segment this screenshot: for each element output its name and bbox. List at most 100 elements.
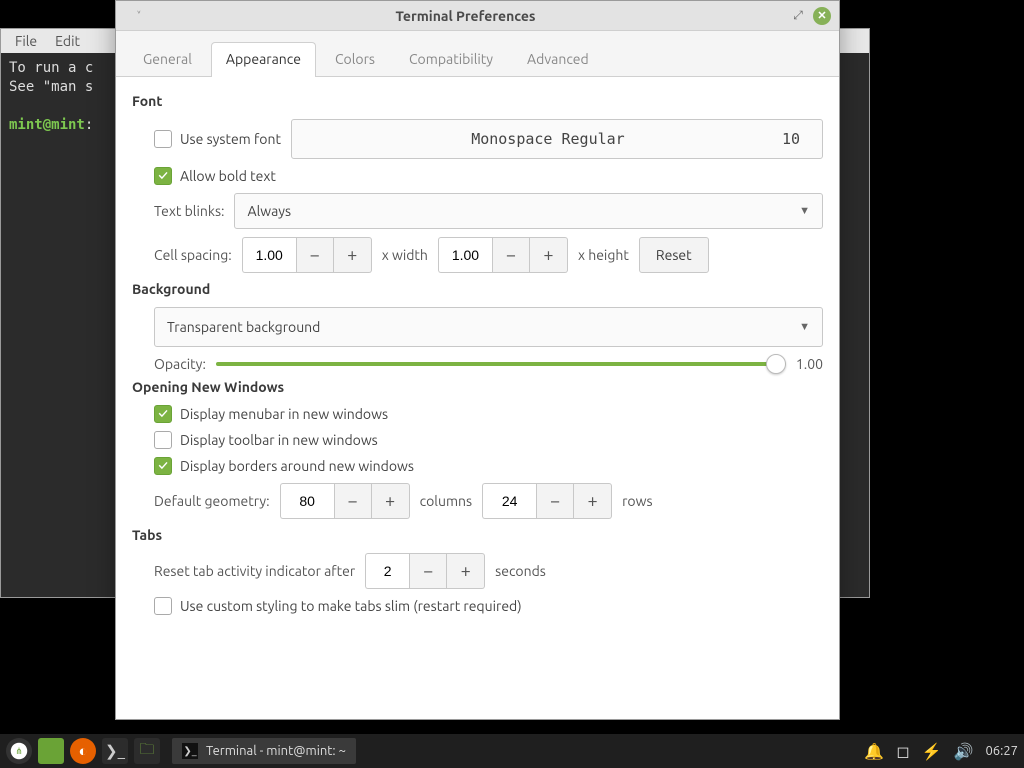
tab-appearance[interactable]: Appearance	[211, 42, 316, 77]
cell-spacing-label: Cell spacing:	[154, 247, 232, 263]
checkbox-icon	[154, 431, 172, 449]
slim-tabs-label: Use custom styling to make tabs slim (re…	[180, 598, 522, 614]
plus-icon[interactable]: +	[574, 483, 612, 519]
section-font-heading: Font	[132, 93, 823, 109]
background-mode-value: Transparent background	[167, 319, 320, 335]
section-tabs-heading: Tabs	[132, 527, 823, 543]
taskbar-task-terminal[interactable]: ❯_ Terminal - mint@mint: ~	[172, 738, 356, 764]
taskbar-task-title: Terminal - mint@mint: ~	[206, 744, 346, 758]
taskbar-left: ⋔ ◐ ❯_ 🗀 ❯_ Terminal - mint@mint: ~	[6, 738, 356, 764]
cell-width-input[interactable]	[242, 237, 296, 273]
columns-label: columns	[420, 493, 472, 509]
chevron-down-icon[interactable]: ˅	[130, 7, 148, 25]
background-mode-select[interactable]: Transparent background ▼	[154, 307, 823, 347]
display-toolbar-label: Display toolbar in new windows	[180, 432, 378, 448]
preferences-body: Font Use system font Monospace Regular 1…	[116, 77, 839, 719]
cell-width-stepper[interactable]: − +	[242, 237, 372, 273]
show-desktop-icon[interactable]	[38, 738, 64, 764]
slim-tabs-checkbox[interactable]: Use custom styling to make tabs slim (re…	[154, 597, 522, 615]
slider-thumb[interactable]	[766, 354, 786, 374]
checkbox-icon	[154, 167, 172, 185]
menu-file[interactable]: File	[15, 33, 37, 49]
files-launcher-icon[interactable]: 🗀	[134, 738, 160, 764]
close-icon[interactable]: ✕	[813, 7, 831, 25]
plus-icon[interactable]: +	[372, 483, 410, 519]
titlebar[interactable]: ˅ Terminal Preferences ⤢ ✕	[116, 1, 839, 31]
allow-bold-label: Allow bold text	[180, 168, 276, 184]
svg-text:⋔: ⋔	[15, 746, 23, 756]
reset-activity-label-a: Reset tab activity indicator after	[154, 563, 355, 579]
minus-icon[interactable]: −	[334, 483, 372, 519]
reset-activity-input[interactable]	[365, 553, 409, 589]
maximize-icon[interactable]: ⤢	[789, 7, 807, 25]
x-width-label: x width	[382, 247, 428, 263]
minus-icon[interactable]: −	[409, 553, 447, 589]
tab-advanced[interactable]: Advanced	[512, 42, 604, 77]
workspace-icon[interactable]: ◻	[896, 742, 909, 761]
rows-stepper[interactable]: − +	[482, 483, 612, 519]
display-menubar-checkbox[interactable]: Display menubar in new windows	[154, 405, 388, 423]
power-icon[interactable]: ⚡	[922, 742, 942, 761]
minus-icon[interactable]: −	[296, 237, 334, 273]
checkbox-icon	[154, 457, 172, 475]
minus-icon[interactable]: −	[492, 237, 530, 273]
reset-button[interactable]: Reset	[639, 237, 709, 273]
checkbox-icon	[154, 405, 172, 423]
tab-bar: General Appearance Colors Compatibility …	[116, 31, 839, 77]
section-background-heading: Background	[132, 281, 823, 297]
font-name: Monospace Regular	[314, 130, 782, 148]
text-blinks-select[interactable]: Always ▼	[234, 193, 823, 229]
terminal-prompt-user: mint@mint	[9, 117, 85, 133]
terminal-line: To run a c	[9, 60, 93, 76]
x-height-label: x height	[578, 247, 629, 263]
columns-input[interactable]	[280, 483, 334, 519]
start-menu-icon[interactable]: ⋔	[6, 738, 32, 764]
window-title: Terminal Preferences	[148, 8, 783, 24]
rows-input[interactable]	[482, 483, 536, 519]
plus-icon[interactable]: +	[334, 237, 372, 273]
text-blinks-value: Always	[247, 203, 291, 219]
taskbar-tray: 🔔 ◻ ⚡ 🔊 06:27	[864, 742, 1018, 761]
opacity-label: Opacity:	[154, 356, 206, 372]
firefox-icon[interactable]: ◐	[70, 738, 96, 764]
use-system-font-label: Use system font	[180, 131, 281, 147]
columns-stepper[interactable]: − +	[280, 483, 410, 519]
cell-height-input[interactable]	[438, 237, 492, 273]
chevron-down-icon: ▼	[799, 321, 810, 333]
tab-colors[interactable]: Colors	[320, 42, 390, 77]
tab-compatibility[interactable]: Compatibility	[394, 42, 508, 77]
use-system-font-checkbox[interactable]: Use system font	[154, 130, 281, 148]
volume-icon[interactable]: 🔊	[954, 742, 974, 761]
checkbox-icon	[154, 130, 172, 148]
plus-icon[interactable]: +	[447, 553, 485, 589]
tab-general[interactable]: General	[128, 42, 207, 77]
minus-icon[interactable]: −	[536, 483, 574, 519]
slider-track	[216, 362, 786, 366]
font-size: 10	[782, 130, 800, 148]
checkbox-icon	[154, 597, 172, 615]
opacity-slider[interactable]	[216, 355, 786, 373]
taskbar: ⋔ ◐ ❯_ 🗀 ❯_ Terminal - mint@mint: ~ 🔔 ◻ …	[0, 734, 1024, 768]
section-newwin-heading: Opening New Windows	[132, 379, 823, 395]
opacity-value: 1.00	[796, 356, 823, 372]
preferences-dialog: ˅ Terminal Preferences ⤢ ✕ General Appea…	[115, 0, 840, 720]
display-toolbar-checkbox[interactable]: Display toolbar in new windows	[154, 431, 378, 449]
text-blinks-label: Text blinks:	[154, 203, 224, 219]
cell-height-stepper[interactable]: − +	[438, 237, 568, 273]
display-borders-checkbox[interactable]: Display borders around new windows	[154, 457, 414, 475]
default-geometry-label: Default geometry:	[154, 493, 270, 509]
notifications-icon[interactable]: 🔔	[864, 742, 884, 761]
display-menubar-label: Display menubar in new windows	[180, 406, 388, 422]
plus-icon[interactable]: +	[530, 237, 568, 273]
display-borders-label: Display borders around new windows	[180, 458, 414, 474]
font-chooser-button[interactable]: Monospace Regular 10	[291, 119, 823, 159]
menu-edit[interactable]: Edit	[55, 33, 80, 49]
clock[interactable]: 06:27	[985, 744, 1018, 758]
reset-activity-label-b: seconds	[495, 563, 546, 579]
terminal-prompt-tail: :	[85, 117, 93, 133]
reset-activity-stepper[interactable]: − +	[365, 553, 485, 589]
terminal-icon: ❯_	[182, 743, 198, 759]
terminal-launcher-icon[interactable]: ❯_	[102, 738, 128, 764]
allow-bold-checkbox[interactable]: Allow bold text	[154, 167, 276, 185]
terminal-line: See "man s	[9, 79, 93, 95]
